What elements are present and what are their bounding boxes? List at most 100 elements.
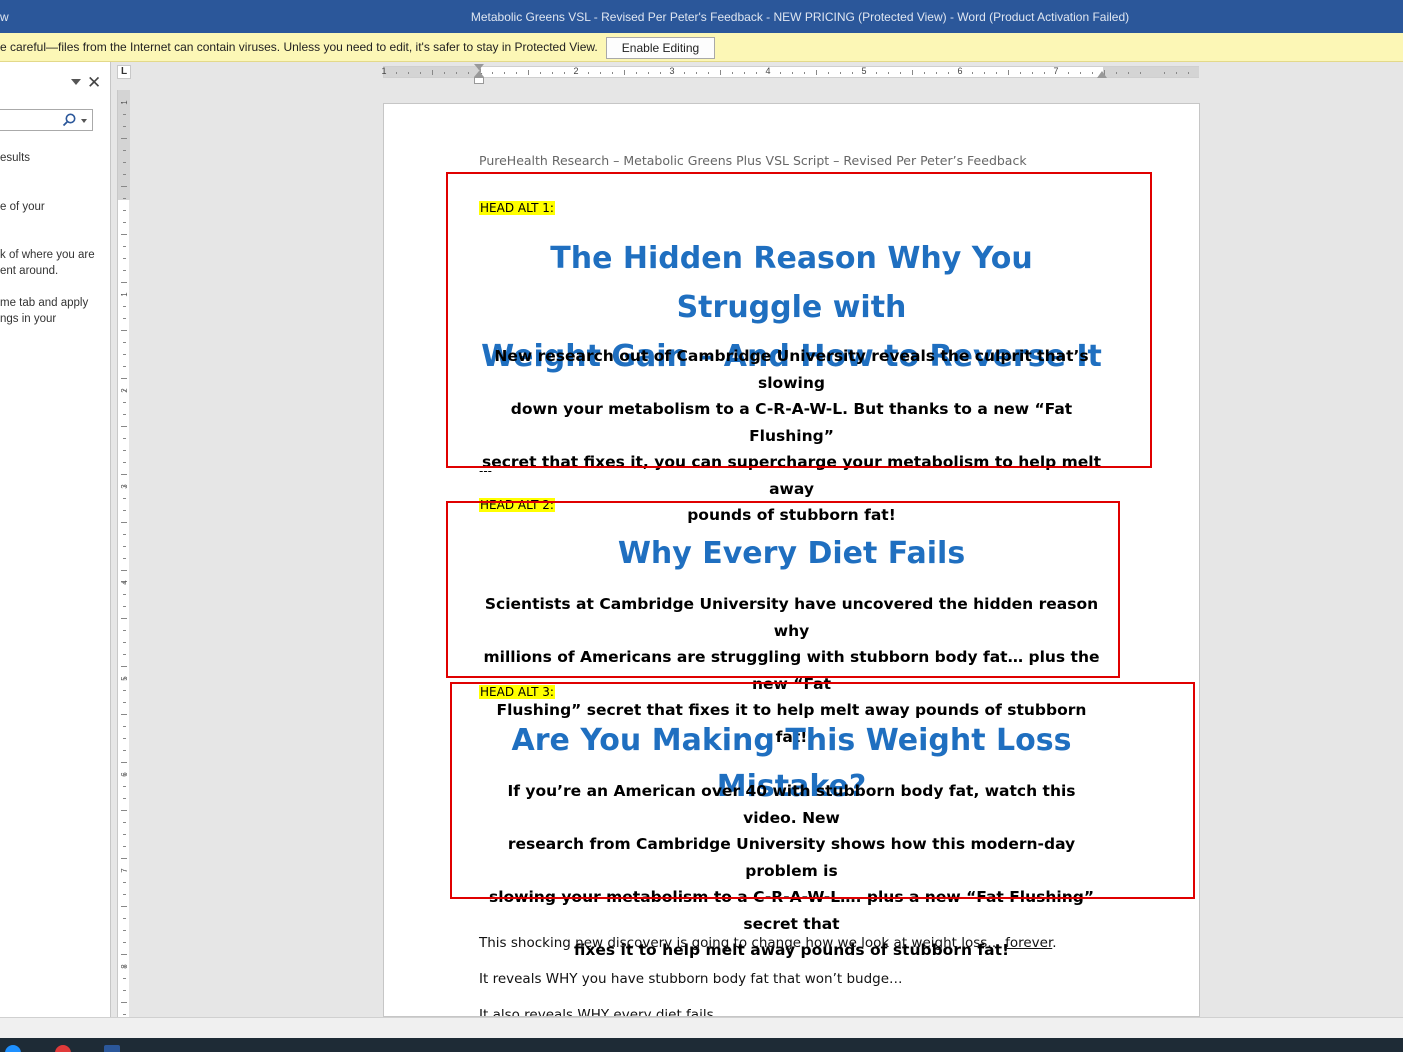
- ruler-number: 3: [669, 66, 675, 76]
- status-bar: [0, 1017, 1403, 1038]
- first-line-indent-marker[interactable]: [474, 64, 484, 70]
- ruler-tick: [123, 966, 126, 967]
- body-paragraph: It also reveals WHY every diet fails…: [479, 1007, 728, 1017]
- search-document-input[interactable]: [0, 109, 93, 131]
- ruler-tick: [123, 918, 126, 919]
- ruler-tick: [624, 70, 625, 75]
- ruler-tick: [123, 558, 126, 559]
- ruler-tick: [804, 72, 805, 74]
- ruler-tick: [123, 690, 126, 691]
- ruler-number: 4: [765, 66, 771, 76]
- word-icon[interactable]: [104, 1045, 120, 1052]
- ruler-tick: [1008, 70, 1009, 75]
- navigation-pane: ✕ esults e of your k of where you are en…: [0, 62, 111, 1017]
- ruler-tick: [123, 198, 126, 199]
- nav-help-text: me tab and apply: [0, 297, 89, 309]
- ruler-tick: [123, 162, 126, 163]
- ruler-tick: [912, 70, 913, 75]
- search-options-chevron-icon[interactable]: [81, 119, 87, 123]
- ruler-tick: [123, 726, 126, 727]
- ruler-number: 2: [573, 66, 579, 76]
- nav-help-text: esults: [0, 152, 31, 164]
- ruler-tick: [121, 810, 127, 811]
- ruler-tick: [984, 72, 985, 74]
- ruler-tick: [1044, 72, 1045, 74]
- ruler-tick: [1128, 72, 1129, 74]
- ruler-tick: [492, 72, 493, 74]
- ruler-tick: [564, 72, 565, 74]
- protected-view-message: e careful—files from the Internet can co…: [0, 40, 598, 54]
- enable-editing-button[interactable]: Enable Editing: [606, 37, 715, 59]
- ruler-tick: [720, 70, 721, 75]
- ruler-tick: [123, 930, 126, 931]
- ruler-tick: [123, 630, 126, 631]
- close-icon[interactable]: ✕: [87, 74, 101, 92]
- ruler-tick: [121, 474, 127, 475]
- taskbar: [0, 1038, 1403, 1052]
- ruler-tick: [123, 102, 126, 103]
- ruler-tick: [1140, 72, 1141, 74]
- ruler-tick: [121, 666, 127, 667]
- ruler-tick: [123, 366, 126, 367]
- ruler-tick: [123, 702, 126, 703]
- ruler-tick: [696, 72, 697, 74]
- ruler-tick: [972, 72, 973, 74]
- ruler-tick: [121, 570, 127, 571]
- ruler-tick: [123, 738, 126, 739]
- ruler-tick: [123, 798, 126, 799]
- tab-selector[interactable]: L: [117, 65, 131, 79]
- right-indent-marker[interactable]: [1097, 71, 1107, 78]
- ruler-tick: [123, 246, 126, 247]
- annotation-box-alt-3: [450, 682, 1195, 899]
- left-indent-marker[interactable]: [474, 77, 484, 84]
- ruler-tick: [123, 438, 126, 439]
- pane-options-chevron-icon[interactable]: [71, 79, 81, 85]
- ruler-tick: [840, 72, 841, 74]
- nav-help-text: e of your: [0, 201, 45, 213]
- ruler-tick: [123, 786, 126, 787]
- ruler-tick: [121, 714, 127, 715]
- ruler-tick: [780, 72, 781, 74]
- ruler-tick: [121, 906, 127, 907]
- ruler-tick: [123, 834, 126, 835]
- nav-help-text: ent around.: [0, 265, 59, 277]
- ruler-tick: [121, 618, 127, 619]
- ruler-tick: [121, 954, 127, 955]
- ruler-tick: [121, 858, 127, 859]
- ruler-tick: [636, 72, 637, 74]
- ruler-tick: [121, 138, 127, 139]
- ruler-tick: [123, 582, 126, 583]
- ruler-tick: [924, 72, 925, 74]
- ruler-tick: [1164, 72, 1165, 74]
- ruler-tick: [1020, 72, 1021, 74]
- vertical-ruler[interactable]: 112345678: [117, 90, 130, 1017]
- ruler-tick: [121, 522, 127, 523]
- ruler-tick: [123, 678, 126, 679]
- ruler-tick: [123, 126, 126, 127]
- ruler-tick: [123, 210, 126, 211]
- ruler-tick: [121, 330, 127, 331]
- ruler-tick: [1176, 72, 1177, 74]
- ruler-tick: [123, 990, 126, 991]
- body-text: This shocking new discovery is going to …: [479, 935, 1006, 951]
- ruler-tick: [123, 642, 126, 643]
- ruler-tick: [123, 414, 126, 415]
- chrome-icon[interactable]: [55, 1045, 71, 1052]
- ruler-tick: [123, 534, 126, 535]
- ruler-tick: [828, 72, 829, 74]
- edge-icon[interactable]: [5, 1045, 21, 1052]
- ruler-tick: [121, 282, 127, 283]
- horizontal-ruler[interactable]: 11234567: [381, 66, 1199, 78]
- ruler-tick: [504, 72, 505, 74]
- ruler-tick: [852, 72, 853, 74]
- ruler-tick: [123, 390, 126, 391]
- search-icon[interactable]: [61, 112, 77, 128]
- ruler-tick: [123, 354, 126, 355]
- ruler-tick: [996, 72, 997, 74]
- ruler-tick: [123, 1014, 126, 1015]
- ruler-number: 1: [381, 66, 387, 76]
- ruler-tick: [123, 498, 126, 499]
- ruler-tick: [516, 72, 517, 74]
- body-paragraph: This shocking new discovery is going to …: [479, 935, 1057, 951]
- window-title: Metabolic Greens VSL - Revised Per Peter…: [470, 10, 1130, 24]
